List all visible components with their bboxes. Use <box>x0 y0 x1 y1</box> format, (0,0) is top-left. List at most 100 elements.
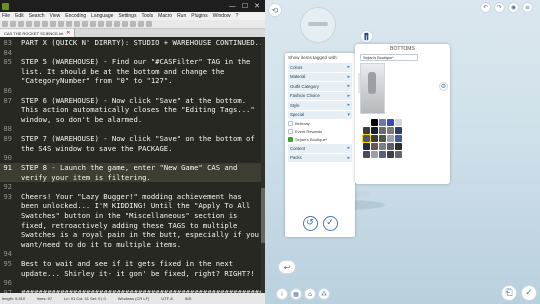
code-line[interactable]: Swatches" button in the "Miscellaneous" … <box>0 211 262 221</box>
close-icon[interactable]: ✕ <box>254 2 260 10</box>
line-text[interactable] <box>15 249 262 259</box>
reset-filter-button[interactable]: ↺ <box>302 215 318 231</box>
code-line[interactable]: 84 <box>0 48 262 58</box>
code-line[interactable]: the S4S window to save the PACKAGE. <box>0 144 262 154</box>
item-thumbnail[interactable] <box>360 63 385 114</box>
clothing-category-icon[interactable]: 👖 <box>360 30 373 43</box>
menu-search[interactable]: Search <box>29 13 45 19</box>
filter-category-fashion[interactable]: Fashion Choice ▸ <box>288 91 352 100</box>
menu-tools[interactable]: Tools <box>141 13 153 19</box>
color-swatch[interactable] <box>363 142 370 150</box>
line-text[interactable]: "CategoryNumber" from "0" to "127". <box>15 76 262 86</box>
paste-icon[interactable] <box>66 21 72 27</box>
redo-icon[interactable] <box>82 21 88 27</box>
filter-category-content[interactable]: Content ▸ <box>288 144 352 153</box>
menu-view[interactable]: View <box>50 13 61 19</box>
menu-help[interactable]: ? <box>235 13 238 19</box>
color-swatch[interactable] <box>378 119 386 126</box>
menu-run[interactable]: Run <box>177 13 186 19</box>
tab-cas-rocket-science[interactable]: CAS THE ROCKET SCIENCE.txt ✕ <box>0 29 76 37</box>
color-swatch[interactable] <box>363 150 370 158</box>
checkbox[interactable] <box>288 121 293 126</box>
back-button[interactable]: ↩ <box>278 260 296 274</box>
code-line[interactable]: window, so don't be alarmed. <box>0 115 262 125</box>
accept-button[interactable]: ✓ <box>521 285 537 301</box>
code-area[interactable]: 83 PART X (QUICK N' DIRRTY): STUDIO + WAR… <box>0 38 262 297</box>
checkbox[interactable] <box>288 129 293 134</box>
zoom-out-icon[interactable] <box>114 21 120 27</box>
undo-icon[interactable] <box>74 21 80 27</box>
color-swatch[interactable] <box>370 126 378 134</box>
color-swatch[interactable] <box>378 126 386 134</box>
line-text[interactable]: This action automatically closes the "Ed… <box>15 105 262 115</box>
code-line[interactable]: 91 STEP 8 - Launch the game, enter "New G… <box>0 162 262 173</box>
code-line[interactable]: 93 Cheers! Your "Lazy Bugger!" modding ac… <box>0 192 262 202</box>
color-swatch[interactable] <box>378 142 386 150</box>
code-line[interactable]: 88 <box>0 124 262 134</box>
code-line[interactable]: fixed, retroactively adding these TAGS t… <box>0 221 262 231</box>
find-icon[interactable] <box>90 21 96 27</box>
line-text[interactable]: the S4S window to save the PACKAGE. <box>15 144 262 154</box>
line-text[interactable]: PART X (QUICK N' DIRRTY): STUDIO + WAREH… <box>15 38 262 48</box>
color-swatch[interactable] <box>394 119 402 126</box>
color-swatch[interactable] <box>386 142 394 150</box>
menu-settings[interactable]: Settings <box>118 13 136 19</box>
color-swatch[interactable] <box>363 126 370 134</box>
line-text[interactable]: been unlocked... I'M KIDDING! Until the … <box>15 201 262 211</box>
filter-category-style[interactable]: Style ▸ <box>288 101 352 110</box>
copy-icon[interactable] <box>58 21 64 27</box>
line-text[interactable]: verify your item is filtering. <box>15 173 262 183</box>
menu-edit[interactable]: Edit <box>15 13 24 19</box>
line-text[interactable] <box>15 182 262 192</box>
line-text[interactable] <box>15 278 262 288</box>
redo-icon[interactable]: ↷ <box>494 2 505 13</box>
line-text[interactable]: Cheers! Your "Lazy Bugger!" modding achi… <box>15 192 262 202</box>
code-line[interactable]: 90 <box>0 153 262 163</box>
line-text[interactable]: STEP 7 (WAREHOUSE) - Now click "Save" on… <box>15 134 262 144</box>
color-swatch[interactable] <box>394 126 402 134</box>
open-file-icon[interactable] <box>10 21 16 27</box>
color-swatch[interactable] <box>386 119 394 126</box>
line-text[interactable]: update... Shirley it- it gon' be fixed, … <box>15 269 262 279</box>
filter-category-special[interactable]: Special ▾ <box>288 110 352 119</box>
sim-info-icon[interactable]: i <box>276 288 288 300</box>
menu-language[interactable]: Language <box>91 13 113 19</box>
line-text[interactable]: STEP 8 - Launch the game, enter "New Gam… <box>15 163 262 173</box>
code-line[interactable]: Swatches is a royal pain in the butt, es… <box>0 230 262 240</box>
code-line[interactable]: update... Shirley it- it gon' be fixed, … <box>0 269 262 279</box>
filter-dropdown[interactable]: Sejian's Boutique* <box>360 54 418 61</box>
line-text[interactable]: Best to wait and see if it gets fixed in… <box>15 259 262 269</box>
save-all-icon[interactable] <box>26 21 32 27</box>
filter-category-material[interactable]: Material ▸ <box>288 72 352 81</box>
filter-category-packs[interactable]: Packs ▸ <box>288 153 352 162</box>
menu-encoding[interactable]: Encoding <box>65 13 86 19</box>
line-text[interactable]: Swatches" button in the "Miscellaneous" … <box>15 211 262 221</box>
code-line[interactable]: 92 <box>0 182 262 192</box>
save-icon[interactable] <box>18 21 24 27</box>
code-line[interactable]: This action automatically closes the "Ed… <box>0 105 262 115</box>
code-line[interactable]: list. It should be at the bottom and cha… <box>0 67 262 77</box>
menu-window[interactable]: Window <box>213 13 231 19</box>
color-swatch[interactable] <box>370 119 378 126</box>
save-icon[interactable]: ⎗ <box>501 285 517 301</box>
color-swatch[interactable] <box>370 150 378 158</box>
code-line[interactable]: 83 PART X (QUICK N' DIRRTY): STUDIO + WAR… <box>0 38 262 48</box>
code-line[interactable]: want/need to do it to multiple items. <box>0 240 262 250</box>
replace-icon[interactable] <box>98 21 104 27</box>
minimize-icon[interactable]: — <box>229 2 236 10</box>
filter-option-birthday[interactable]: Birthday <box>288 120 352 127</box>
color-swatch[interactable] <box>394 142 402 150</box>
color-swatch[interactable] <box>370 142 378 150</box>
gallery-icon[interactable]: ▦ <box>290 288 302 300</box>
filter-category-outfit[interactable]: Outfit Category ▸ <box>288 82 352 91</box>
close-file-icon[interactable] <box>34 21 40 27</box>
undo-icon[interactable]: ↶ <box>480 2 491 13</box>
code-line[interactable]: 87 STEP 6 (WAREHOUSE) - Now click "Save" … <box>0 96 262 106</box>
line-text[interactable]: fixed, retroactively adding these TAGS t… <box>15 221 262 231</box>
camera-icon[interactable]: ◉ <box>508 2 519 13</box>
color-swatch[interactable] <box>362 133 371 143</box>
code-line[interactable]: been unlocked... I'M KIDDING! Until the … <box>0 201 262 211</box>
color-swatch[interactable] <box>386 150 394 158</box>
line-text[interactable] <box>15 48 262 58</box>
color-swatch[interactable] <box>394 150 402 158</box>
